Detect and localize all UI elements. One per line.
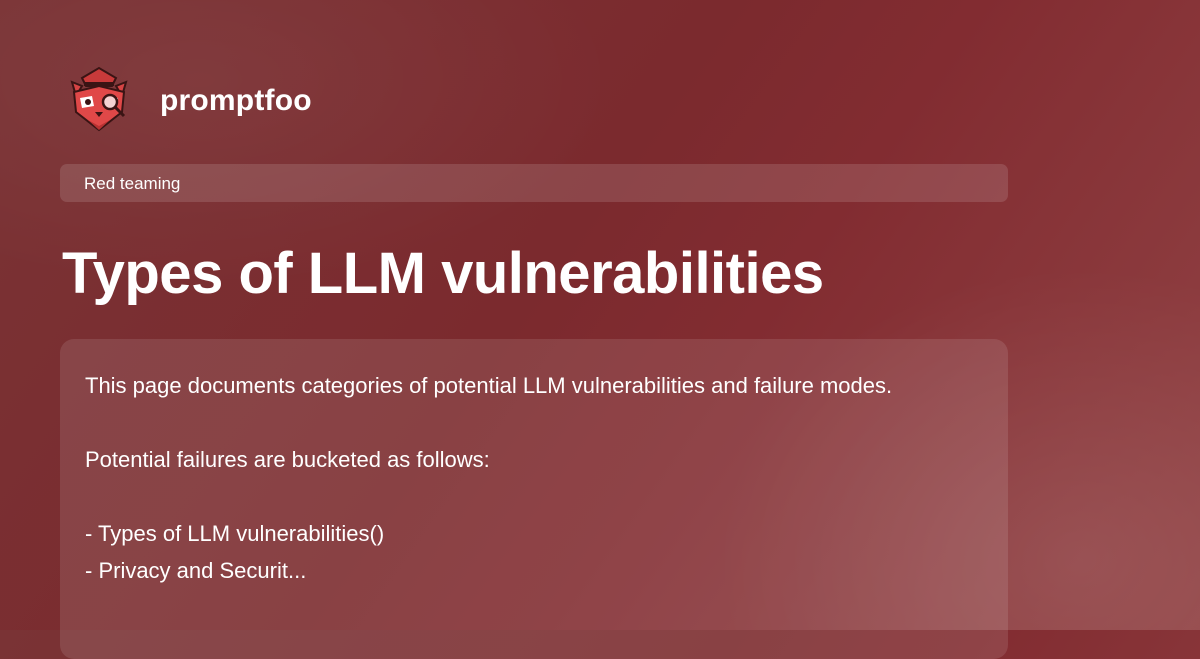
description-box: This page documents categories of potent…: [60, 339, 1008, 659]
category-label[interactable]: Red teaming: [84, 174, 180, 194]
page-title: Types of LLM vulnerabilities: [62, 241, 824, 306]
brand-name[interactable]: promptfoo: [160, 84, 312, 118]
category-bar: Red teaming: [60, 164, 1008, 202]
red-panda-detective-icon: [70, 66, 128, 132]
description-text: This page documents categories of potent…: [85, 373, 893, 583]
